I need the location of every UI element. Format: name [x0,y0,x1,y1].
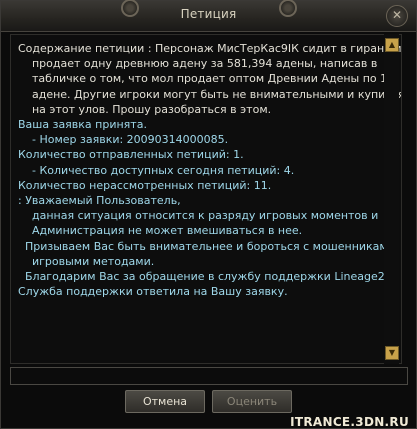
scroll-down-arrow-icon[interactable]: ▼ [385,346,399,360]
petition-line: Содержание петиции : Персонаж МисТерКас9… [18,42,402,55]
petition-line: Благодарим Вас за обращение в службу под… [18,270,392,284]
petition-line: - Количество доступных сегодня петиций: … [18,163,295,177]
petition-line: продает одну древнюю адену за 581,394 ад… [18,57,378,71]
petition-line: Количество отправленных петиций: 1. [18,148,244,162]
petition-line: табличке о том, что мол продает оптом Др… [18,72,388,86]
scroll-up-arrow-icon[interactable]: ▲ [385,38,399,52]
rate-button[interactable]: Оценить [212,390,292,413]
petition-line: данная ситуация относится к разряду игро… [18,209,379,223]
petition-line: Администрация не может вмешиваться в нее… [18,224,303,238]
scrollbar[interactable]: ▲ ▼ [384,34,399,364]
petition-line: адене. Другие игроки могут быть не внима… [18,87,402,101]
petition-line: : Уважаемый Пользователь, [18,194,181,208]
petition-window: Петиция ✕ Содержание петиции : Персонаж … [0,0,417,429]
petition-line: Призываем Вас быть внимательнее и бороть… [18,239,395,253]
watermark: ITRANCE.3DN.RU [290,415,409,429]
window-title: Петиция [180,7,237,21]
petition-line: Ваша заявка принята. [18,118,147,132]
petition-line: Количество нерассмотренных петиций: 11. [18,178,272,192]
petition-text-panel: Содержание петиции : Персонаж МисТерКас9… [10,34,402,364]
petition-line: на этот улов. Прошу разобраться в этом. [18,102,272,116]
petition-line: - Номер заявки: 20090314000085. [18,133,229,147]
petition-line: Служба поддержки ответила на Вашу заявку… [18,285,288,299]
title-bar[interactable]: Петиция ✕ [1,0,416,32]
petition-content: Содержание петиции : Персонаж МисТерКас9… [18,41,402,299]
cancel-button[interactable]: Отмена [125,390,205,413]
message-input[interactable] [10,367,408,385]
petition-line: игровыми методами. [18,254,155,268]
close-button[interactable]: ✕ [386,5,408,27]
